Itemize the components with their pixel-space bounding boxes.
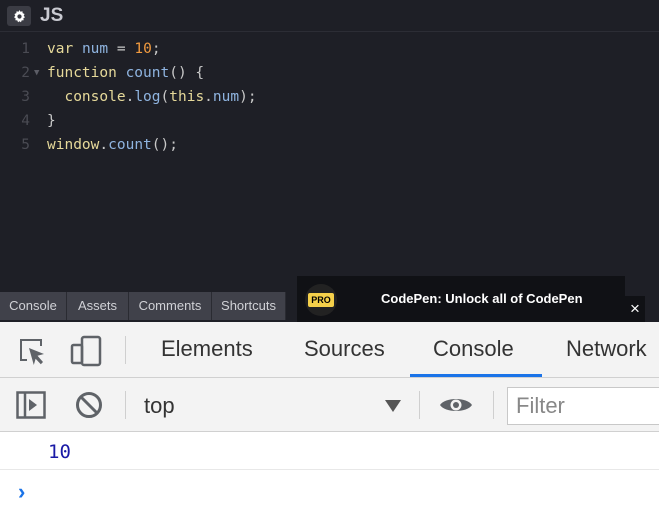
line-number: 5: [21, 137, 30, 153]
close-icon[interactable]: ×: [625, 296, 645, 322]
code-line[interactable]: 1 var num = 10;: [0, 37, 659, 61]
inspect-element-icon[interactable]: [18, 337, 48, 367]
code-line[interactable]: 2 ▼ function count() {: [0, 61, 659, 85]
js-editor-panel: JS 1 var num = 10; 2 ▼ function count() { 3 c…: [0, 0, 659, 290]
devtools-tab-bar: Elements Sources Console Network: [0, 322, 659, 378]
code-line[interactable]: 3 console.log(this.num);: [0, 85, 659, 109]
toolbar-divider: [493, 391, 494, 419]
settings-button[interactable]: [7, 6, 31, 26]
eye-icon[interactable]: [439, 395, 473, 415]
filter-input[interactable]: [516, 394, 656, 418]
editor-header: JS: [0, 0, 659, 32]
sidebar-toggle-icon[interactable]: [16, 391, 46, 419]
tab-sources[interactable]: Sources: [304, 336, 385, 362]
line-number: 4: [21, 113, 30, 129]
tab-elements[interactable]: Elements: [161, 336, 253, 362]
console-toolbar: top: [0, 378, 659, 432]
line-number: 2: [21, 65, 30, 81]
gear-icon: [13, 9, 25, 22]
line-number: 1: [21, 41, 30, 57]
console-output-row: 10: [0, 432, 659, 470]
tab-console[interactable]: Console: [433, 336, 514, 362]
clear-console-icon[interactable]: [75, 391, 103, 419]
code-line[interactable]: 4}: [0, 109, 659, 133]
console-toggle-button[interactable]: Console: [0, 292, 67, 320]
chevron-down-icon[interactable]: [385, 400, 401, 412]
pro-badge: PRO: [305, 284, 337, 316]
pro-promo-banner[interactable]: PRO CodePen: Unlock all of CodePen: [297, 276, 625, 322]
console-prompt-row[interactable]: ›: [0, 470, 659, 507]
line-number: 3: [21, 89, 30, 105]
pro-badge-label: PRO: [308, 293, 334, 307]
toolbar-divider: [125, 336, 126, 364]
console-output-value: 10: [48, 441, 71, 463]
fold-arrow-icon[interactable]: ▼: [34, 61, 39, 85]
assets-button[interactable]: Assets: [67, 292, 129, 320]
code-text: console.log(this.num);: [64, 89, 257, 105]
code-line[interactable]: 5 window.count();: [0, 133, 659, 157]
code-text: function count() {: [47, 65, 205, 81]
shortcuts-button[interactable]: Shortcuts: [212, 292, 286, 320]
active-tab-indicator: [410, 374, 542, 377]
execution-context-select[interactable]: top: [144, 393, 175, 419]
editor-language-title: JS: [40, 5, 64, 26]
comments-button[interactable]: Comments: [129, 292, 212, 320]
promo-text: CodePen: Unlock all of CodePen: [381, 291, 583, 306]
code-text: window.count();: [47, 137, 178, 153]
code-text: }: [47, 113, 56, 129]
filter-field[interactable]: [507, 387, 659, 425]
toolbar-divider: [419, 391, 420, 419]
toolbar-divider: [125, 391, 126, 419]
chevron-right-icon: ›: [18, 479, 26, 504]
device-toolbar-icon[interactable]: [70, 335, 104, 367]
tab-network[interactable]: Network: [566, 336, 647, 362]
code-text: var num = 10;: [47, 41, 161, 57]
devtools-panel: Elements Sources Console Network top 1: [0, 322, 659, 507]
